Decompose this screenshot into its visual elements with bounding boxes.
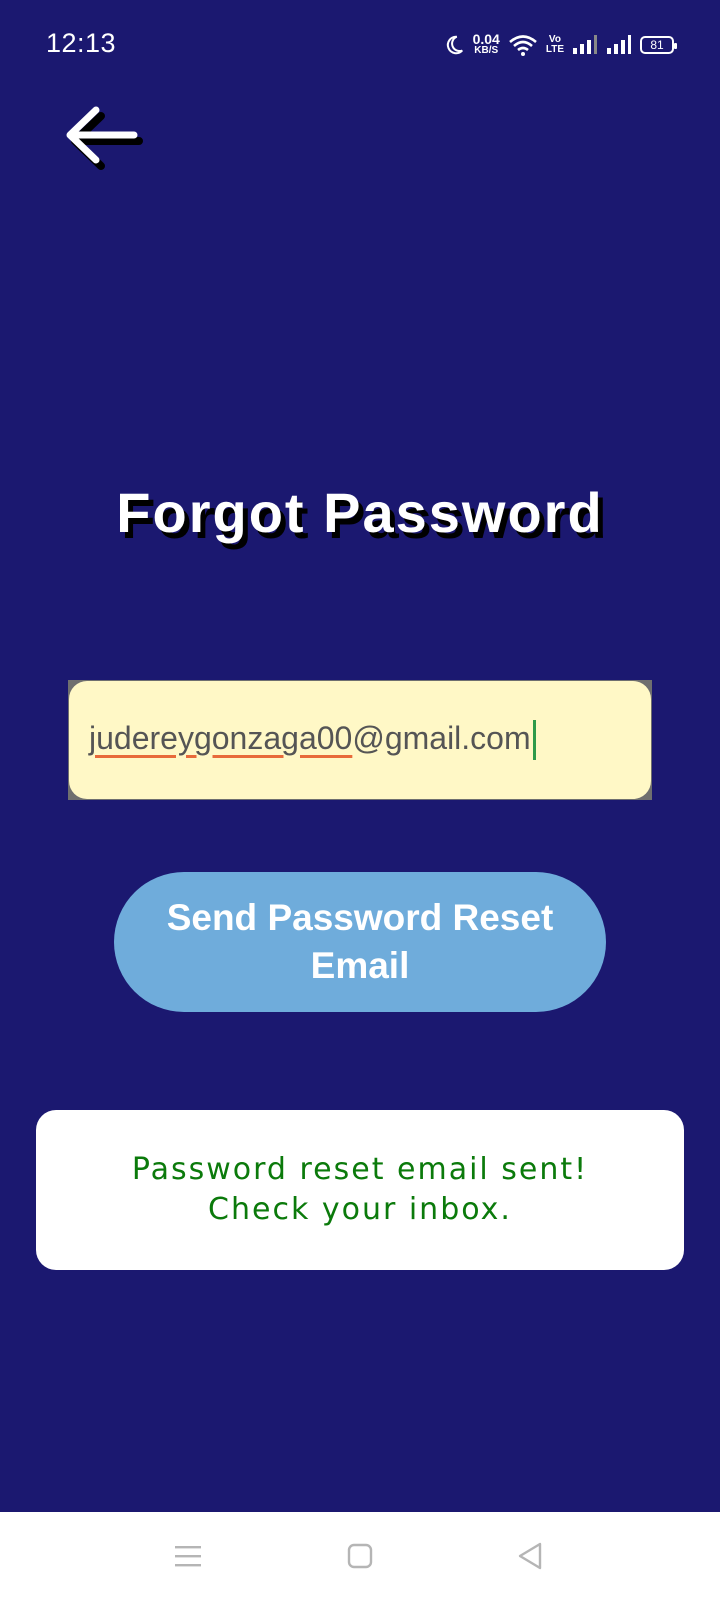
home-square-icon — [347, 1543, 373, 1569]
nav-back-button[interactable] — [508, 1534, 552, 1578]
arrow-left-icon — [66, 106, 143, 170]
network-speed: 0.04 KB/S — [472, 31, 500, 56]
status-icons: 0.04 KB/S Vo LTE 81 — [443, 30, 677, 60]
email-field[interactable]: judereygonzaga00@gmail.com — [69, 681, 651, 799]
signal-icon-sim1 — [572, 34, 598, 56]
page-title: Forgot Password — [116, 481, 604, 544]
battery-level: 81 — [650, 38, 664, 52]
network-speed-unit: KB/S — [474, 45, 499, 56]
volte-indicator: Vo LTE — [546, 35, 564, 55]
signal-icon-sim2 — [606, 34, 632, 56]
email-value: judereygonzaga00@gmail.com — [89, 720, 536, 761]
send-password-reset-button[interactable]: Send Password Reset Email — [114, 872, 606, 1012]
back-triangle-icon — [518, 1542, 542, 1570]
menu-button[interactable] — [166, 1534, 210, 1578]
forgot-password-screen: 12:13 0.04 KB/S Vo LTE 81 Forgot Passwor… — [0, 0, 720, 1600]
home-button[interactable] — [338, 1534, 382, 1578]
email-username: judereygonzaga00 — [89, 719, 353, 756]
status-message: Password reset email sent! Check your in… — [131, 1152, 589, 1227]
battery-icon: 81 — [640, 36, 677, 54]
moon-icon — [443, 34, 465, 56]
volte-bottom: LTE — [545, 44, 564, 55]
email-field-container: judereygonzaga00@gmail.com — [68, 680, 652, 800]
wifi-icon — [508, 33, 538, 57]
status-time: 12:13 — [46, 28, 117, 58]
network-speed-value: 0.04 — [472, 31, 500, 47]
system-navigation-bar — [0, 1512, 720, 1600]
email-domain: @gmail.com — [352, 719, 531, 756]
menu-icon — [175, 1546, 201, 1567]
back-button[interactable] — [60, 100, 150, 180]
status-bar: 12:13 0.04 KB/S Vo LTE 81 — [0, 0, 720, 90]
text-caret — [532, 720, 536, 761]
status-message-card: Password reset email sent! Check your in… — [36, 1110, 684, 1270]
